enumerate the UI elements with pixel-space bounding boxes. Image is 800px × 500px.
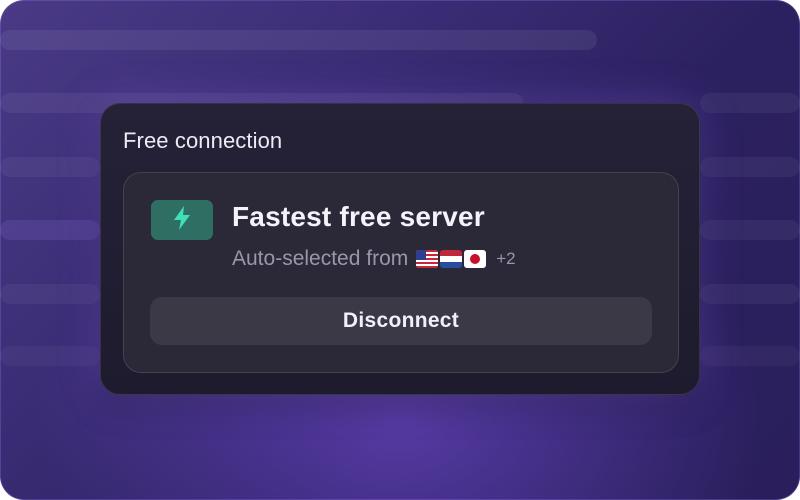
app-background: Free connection Fastest free server Auto… xyxy=(0,0,800,500)
server-card: Fastest free server Auto-selected from +… xyxy=(123,172,679,373)
decorative-stripe xyxy=(0,284,100,304)
disconnect-button[interactable]: Disconnect xyxy=(150,297,652,345)
decorative-stripe xyxy=(700,220,800,240)
decorative-stripe xyxy=(0,346,100,366)
decorative-stripe xyxy=(700,346,800,366)
free-connection-panel: Free connection Fastest free server Auto… xyxy=(100,103,700,395)
decorative-stripe xyxy=(0,157,100,177)
decorative-stripe xyxy=(700,284,800,304)
decorative-stripe xyxy=(0,220,100,240)
jp-flag-icon xyxy=(464,250,487,268)
decorative-stripe xyxy=(700,157,800,177)
server-title: Fastest free server xyxy=(232,201,485,232)
lightning-bolt-icon xyxy=(171,205,193,236)
nl-flag-icon xyxy=(440,250,463,268)
decorative-stripe xyxy=(0,30,597,50)
server-badge xyxy=(151,200,213,240)
more-countries-count: +2 xyxy=(496,249,516,268)
server-subtitle: Auto-selected from xyxy=(232,247,409,270)
decorative-stripe xyxy=(700,93,800,113)
us-flag-icon xyxy=(416,250,439,268)
panel-title: Free connection xyxy=(123,128,283,153)
server-subtitle-row: Auto-selected from +2 xyxy=(232,245,516,273)
country-flags xyxy=(416,250,488,268)
